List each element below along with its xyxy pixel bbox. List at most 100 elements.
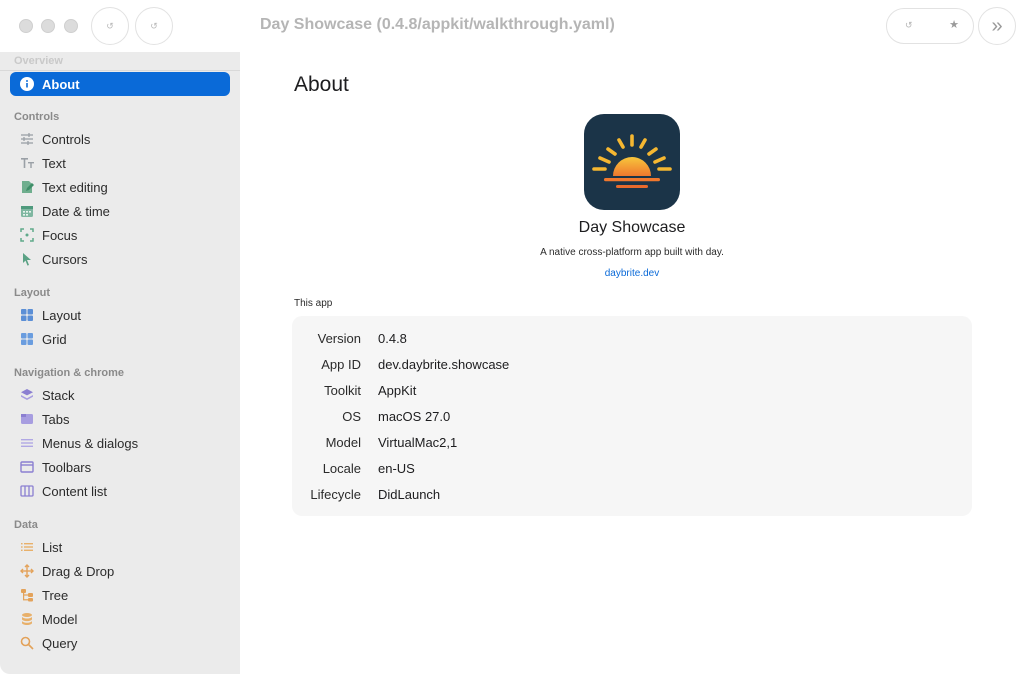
pencil-doc-icon: [19, 179, 35, 195]
sidebar-section-controls: Controls: [14, 111, 60, 123]
sidebar-item-toolbars[interactable]: Toolbars: [10, 455, 230, 479]
stack-icon: [19, 387, 35, 403]
sun-icon: [592, 134, 672, 188]
sidebar-item-grid[interactable]: Grid: [10, 327, 230, 351]
sidebar-item-label: Text editing: [42, 179, 108, 195]
sidebar-section-data: Data: [14, 519, 38, 531]
sidebar: Overview About Controls Controls Text Te…: [0, 52, 240, 674]
app-icon: [584, 114, 680, 210]
sidebar-item-layout[interactable]: Layout: [10, 303, 230, 327]
title-bar: ↺ ↺ Day Showcase (0.4.8/appkit/walkthrou…: [0, 0, 1024, 52]
info-row-version: Version 0.4.8: [292, 331, 972, 357]
info-key: OS: [342, 409, 361, 424]
sidebar-item-tabs[interactable]: Tabs: [10, 407, 230, 431]
sidebar-item-list[interactable]: List: [10, 535, 230, 559]
info-value: AppKit: [378, 383, 417, 398]
info-row-os: OS macOS 27.0: [292, 409, 972, 435]
sidebar-item-cursors[interactable]: Cursors: [10, 247, 230, 271]
toolbar-icon: [19, 459, 35, 475]
sidebar-item-date-time[interactable]: Date & time: [10, 199, 230, 223]
sidebar-item-label: Drag & Drop: [42, 563, 115, 579]
sidebar-item-controls[interactable]: Controls: [10, 127, 230, 151]
sidebar-item-model[interactable]: Model: [10, 607, 230, 631]
reload-icon[interactable]: ↺: [905, 20, 913, 31]
tree-icon: [19, 587, 35, 603]
app-tagline: A native cross-platform app built with d…: [540, 247, 724, 258]
sidebar-item-text[interactable]: Text: [10, 151, 230, 175]
sidebar-item-label: Tabs: [42, 411, 70, 427]
info-value: VirtualMac2,1: [378, 435, 458, 450]
toolbar-pill-group[interactable]: ↺ ★: [886, 8, 974, 44]
info-value: dev.daybrite.showcase: [378, 357, 510, 372]
columns-icon: [19, 483, 35, 499]
app-info-card: Version 0.4.8 App ID dev.daybrite.showca…: [292, 316, 972, 516]
sidebar-divider: [0, 70, 240, 71]
sidebar-section-navigation: Navigation & chrome: [14, 367, 125, 379]
sidebar-item-label: Toolbars: [42, 459, 92, 475]
text-icon: [19, 155, 35, 171]
info-value: macOS 27.0: [378, 409, 451, 424]
sidebar-item-label: Controls: [42, 131, 91, 147]
sidebar-item-label: Content list: [42, 483, 108, 499]
sidebar-item-label: Layout: [42, 307, 82, 323]
layout-grid-icon: [19, 307, 35, 323]
sidebar-item-content-list[interactable]: Content list: [10, 479, 230, 503]
zoom-window-button[interactable]: [64, 19, 78, 33]
sidebar-item-label: Text: [42, 155, 66, 171]
sidebar-item-label: Grid: [42, 331, 67, 347]
sidebar-item-stack[interactable]: Stack: [10, 383, 230, 407]
info-key: Model: [325, 435, 361, 450]
sidebar-item-label: Query: [42, 635, 78, 651]
sidebar-item-label: About: [42, 76, 80, 92]
info-value: DidLaunch: [378, 487, 441, 502]
sidebar-item-tree[interactable]: Tree: [10, 583, 230, 607]
app-name: Day Showcase: [578, 219, 686, 236]
tabs-icon: [19, 411, 35, 427]
sidebar-item-focus[interactable]: Focus: [10, 223, 230, 247]
info-value: en-US: [378, 461, 415, 476]
reload-icon: ↺: [150, 20, 158, 31]
reload-icon: ↺: [106, 20, 114, 31]
focus-icon: [19, 227, 35, 243]
sidebar-section-layout: Layout: [14, 287, 51, 299]
minimize-window-button[interactable]: [41, 19, 55, 33]
sidebar-item-menus-dialogs[interactable]: Menus & dialogs: [10, 431, 230, 455]
sidebar-item-label: Focus: [42, 227, 78, 243]
forward-button[interactable]: »: [978, 7, 1016, 45]
magnifier-icon: [19, 635, 35, 651]
info-icon: [19, 76, 35, 92]
sidebar-item-label: List: [42, 539, 63, 555]
website-link[interactable]: daybrite.dev: [532, 268, 732, 279]
toolbar-button-1[interactable]: ↺: [91, 7, 129, 45]
sidebar-item-label: Date & time: [42, 203, 110, 219]
sidebar-item-label: Tree: [42, 587, 69, 603]
info-row-lifecycle: Lifecycle DidLaunch: [292, 487, 972, 513]
sliders-icon: [19, 131, 35, 147]
star-icon[interactable]: ★: [949, 18, 959, 31]
grid-icon: [19, 331, 35, 347]
sidebar-item-text-editing[interactable]: Text editing: [10, 175, 230, 199]
info-row-toolkit: Toolkit AppKit: [292, 383, 972, 409]
section-label-this-app: This app: [294, 298, 333, 309]
sidebar-section-overview: Overview: [14, 55, 63, 67]
sidebar-item-drag-drop[interactable]: Drag & Drop: [10, 559, 230, 583]
info-key: App ID: [321, 357, 361, 372]
info-key: Lifecycle: [310, 487, 361, 502]
close-window-button[interactable]: [19, 19, 33, 33]
menu-icon: [19, 435, 35, 451]
move-icon: [19, 563, 35, 579]
database-icon: [19, 611, 35, 627]
cursor-icon: [19, 251, 35, 267]
page-title: About: [294, 73, 349, 96]
sidebar-item-query[interactable]: Query: [10, 631, 230, 655]
sidebar-item-label: Cursors: [42, 251, 88, 267]
sidebar-item-label: Model: [42, 611, 78, 627]
toolbar-button-2[interactable]: ↺: [135, 7, 173, 45]
calendar-icon: [19, 203, 35, 219]
sidebar-item-label: Menus & dialogs: [42, 435, 139, 451]
sidebar-item-about[interactable]: About: [10, 72, 230, 96]
info-key: Locale: [322, 461, 361, 476]
info-row-model: Model VirtualMac2,1: [292, 435, 972, 461]
info-value: 0.4.8: [378, 331, 407, 346]
info-key: Toolkit: [324, 383, 361, 398]
